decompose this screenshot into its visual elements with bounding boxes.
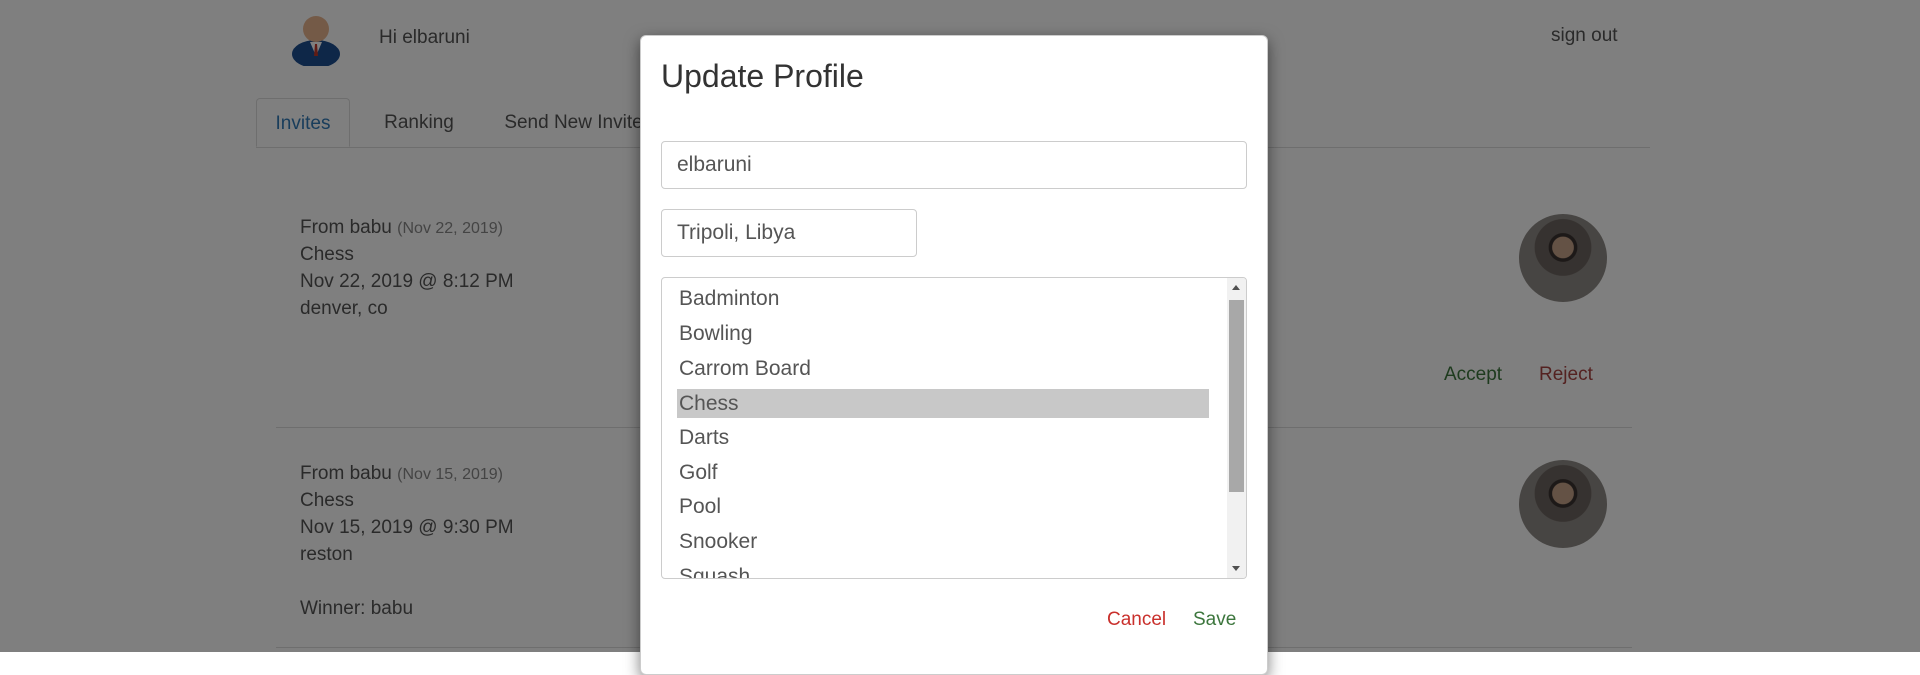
sport-option[interactable]: Golf — [677, 458, 1209, 487]
sport-option[interactable]: Squash — [677, 562, 1209, 578]
location-input[interactable] — [661, 209, 917, 257]
update-profile-dialog: Update Profile Badminton Bowling Carrom … — [640, 35, 1268, 675]
scroll-up-icon[interactable] — [1232, 285, 1240, 290]
save-button[interactable]: Save — [1193, 609, 1236, 631]
scroll-down-icon[interactable] — [1232, 566, 1240, 571]
sport-option[interactable]: Bowling — [677, 319, 1209, 348]
sport-option[interactable]: Badminton — [677, 284, 1209, 313]
modal-title: Update Profile — [661, 58, 864, 94]
listbox-scrollbar[interactable] — [1227, 278, 1246, 578]
scroll-thumb[interactable] — [1229, 300, 1244, 492]
sport-option[interactable]: Pool — [677, 492, 1209, 521]
sports-listbox[interactable]: Badminton Bowling Carrom Board Chess Dar… — [661, 277, 1247, 579]
sport-option[interactable]: Snooker — [677, 527, 1209, 556]
name-input[interactable] — [661, 141, 1247, 189]
sport-option[interactable]: Carrom Board — [677, 354, 1209, 383]
cancel-button[interactable]: Cancel — [1107, 609, 1166, 631]
sport-option[interactable]: Darts — [677, 423, 1209, 452]
sport-option-selected[interactable]: Chess — [677, 389, 1209, 418]
